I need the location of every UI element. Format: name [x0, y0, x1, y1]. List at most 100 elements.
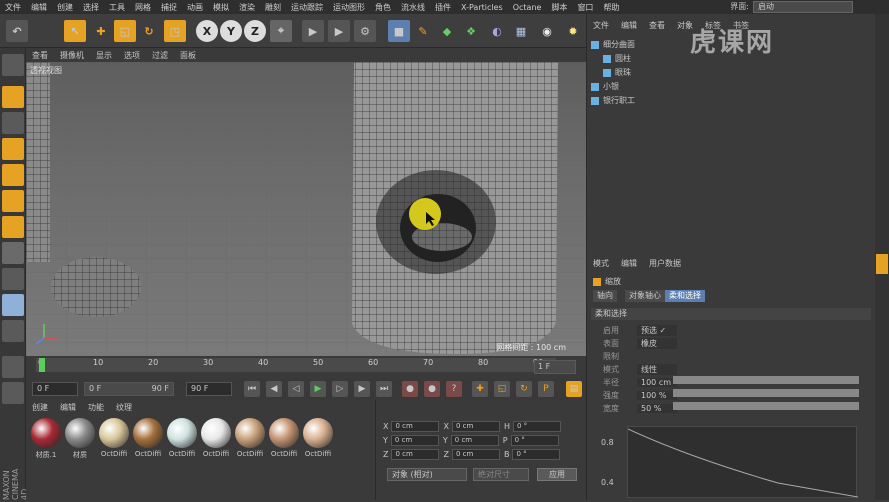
z-axis-icon[interactable]: Z: [244, 20, 266, 42]
attribute-value[interactable]: 线性: [637, 363, 677, 375]
attribute-tab[interactable]: 柔和选择: [665, 290, 705, 302]
model-mode-icon[interactable]: [2, 86, 24, 108]
attribute-value[interactable]: 100 %: [637, 390, 677, 400]
render-view-icon[interactable]: ▶: [302, 20, 324, 42]
axis-mode-icon[interactable]: [2, 242, 24, 264]
record-icon[interactable]: ●: [402, 381, 418, 397]
prev-frame-icon[interactable]: ◁: [288, 381, 304, 397]
menu-item[interactable]: 选择: [78, 2, 104, 13]
render-settings-icon[interactable]: ⚙: [354, 20, 376, 42]
object-row[interactable]: 小银: [591, 80, 871, 93]
cloner-icon[interactable]: ❖: [460, 20, 482, 42]
timeline-window-icon[interactable]: ▤: [566, 381, 582, 397]
menu-item[interactable]: 流水线: [396, 2, 430, 13]
menu-item[interactable]: 创建: [52, 2, 78, 13]
key-position-icon[interactable]: ✚: [472, 381, 488, 397]
coord-field[interactable]: 0 cm: [390, 434, 439, 446]
material-swatch[interactable]: OctDiffi: [98, 418, 130, 462]
falloff-graph[interactable]: [627, 426, 859, 498]
attributes-tab[interactable]: [876, 254, 888, 274]
pen-icon[interactable]: ✎: [412, 20, 434, 42]
attribute-value[interactable]: 橡皮: [637, 337, 677, 349]
edges-mode-icon[interactable]: [2, 190, 24, 212]
coord-field[interactable]: 0 cm: [451, 420, 500, 432]
coord-mode-dropdown[interactable]: 对象 (相对): [387, 468, 467, 481]
x-axis-icon[interactable]: X: [196, 20, 218, 42]
coord-field[interactable]: 0 cm: [391, 448, 440, 460]
material-swatch[interactable]: OctDiffi: [234, 418, 266, 462]
coord-field[interactable]: 0 cm: [451, 448, 500, 460]
magnet-icon[interactable]: [2, 320, 24, 342]
lock-icon[interactable]: [2, 356, 24, 378]
coordinate-system-icon[interactable]: ⌖: [270, 20, 292, 42]
material-swatch[interactable]: OctDiffi: [132, 418, 164, 462]
object-menu-item[interactable]: 编辑: [615, 20, 643, 32]
object-row[interactable]: 银行职工: [591, 94, 871, 107]
select-icon[interactable]: ↖: [64, 20, 86, 42]
menu-item[interactable]: 工具: [104, 2, 130, 13]
viewport-menu-item[interactable]: 选项: [118, 50, 146, 61]
scale-icon[interactable]: ◱: [114, 20, 136, 42]
key-rotation-icon[interactable]: ↻: [516, 381, 532, 397]
goto-end-icon[interactable]: ⏭: [376, 381, 392, 397]
menu-item[interactable]: 渲染: [234, 2, 260, 13]
material-swatch[interactable]: OctDiffi: [268, 418, 300, 462]
menu-item[interactable]: 窗口: [572, 2, 598, 13]
menu-item[interactable]: 文件: [0, 2, 26, 13]
grid-icon[interactable]: [2, 382, 24, 404]
object-row[interactable]: 眼珠: [591, 66, 871, 79]
viewport-menu-item[interactable]: 显示: [90, 50, 118, 61]
coord-field[interactable]: 0 cm: [391, 420, 440, 432]
attribute-slider[interactable]: [673, 402, 859, 410]
attribute-tab[interactable]: 对象轴心: [625, 290, 665, 302]
coord-field[interactable]: 0 cm: [450, 434, 499, 446]
material-swatch[interactable]: OctDiffi: [302, 418, 334, 462]
playhead[interactable]: [39, 358, 45, 372]
play-icon[interactable]: ▶: [310, 381, 326, 397]
menu-item[interactable]: 运动跟踪: [286, 2, 328, 13]
attribute-value[interactable]: 50 %: [637, 403, 677, 413]
timeline-ruler[interactable]: 0102030405060708090: [36, 358, 556, 372]
cube-icon[interactable]: ■: [388, 20, 410, 42]
current-frame-field[interactable]: 1 F: [534, 360, 576, 374]
subdivision-icon[interactable]: ◆: [436, 20, 458, 42]
coord-field[interactable]: 0 °: [512, 448, 561, 460]
undo-icon[interactable]: ↶: [6, 20, 28, 42]
goto-start-icon[interactable]: ⏮: [244, 381, 260, 397]
menu-item[interactable]: 编辑: [26, 2, 52, 13]
attribute-menu-item[interactable]: 编辑: [615, 258, 643, 269]
menu-item[interactable]: 模拟: [208, 2, 234, 13]
recent-tool-icon[interactable]: ◳: [164, 20, 186, 42]
points-mode-icon[interactable]: [2, 164, 24, 186]
viewport-menu-item[interactable]: 摄像机: [54, 50, 90, 61]
attribute-menu-item[interactable]: 用户数据: [643, 258, 687, 269]
material-swatch[interactable]: OctDiffi: [200, 418, 232, 462]
object-menu-item[interactable]: 查看: [643, 20, 671, 32]
coord-field[interactable]: 0 °: [512, 420, 561, 432]
viewport[interactable]: 透视视图 网格间距 : 100 cm: [26, 62, 586, 356]
y-axis-icon[interactable]: Y: [220, 20, 242, 42]
menu-item[interactable]: 动画: [182, 2, 208, 13]
polygons-mode-icon[interactable]: [2, 216, 24, 238]
keyframe-selection-icon[interactable]: ?: [446, 381, 462, 397]
menu-item[interactable]: 脚本: [546, 2, 572, 13]
attribute-value[interactable]: 预选 ✓: [637, 324, 677, 336]
menu-item[interactable]: 网格: [130, 2, 156, 13]
attribute-slider[interactable]: [673, 389, 859, 397]
move-icon[interactable]: ✚: [90, 20, 112, 42]
floor-icon[interactable]: ▦: [510, 20, 532, 42]
camera-icon[interactable]: ◉: [536, 20, 558, 42]
next-frame-icon[interactable]: ▷: [332, 381, 348, 397]
layout-dropdown[interactable]: 启动: [753, 1, 853, 13]
menu-item[interactable]: 雕刻: [260, 2, 286, 13]
start-frame-field[interactable]: 0 F: [32, 382, 78, 396]
deformer-icon[interactable]: ◐: [486, 20, 508, 42]
attribute-menu-item[interactable]: 模式: [587, 258, 615, 269]
light-icon[interactable]: ✹: [562, 20, 584, 42]
viewport-menu-item[interactable]: 查看: [26, 50, 54, 61]
menu-item[interactable]: Octane: [508, 3, 547, 12]
material-swatch[interactable]: OctDiffi: [166, 418, 198, 462]
menu-item[interactable]: 捕捉: [156, 2, 182, 13]
viewport-menu-item[interactable]: 过滤: [146, 50, 174, 61]
menu-item[interactable]: 运动图形: [328, 2, 370, 13]
